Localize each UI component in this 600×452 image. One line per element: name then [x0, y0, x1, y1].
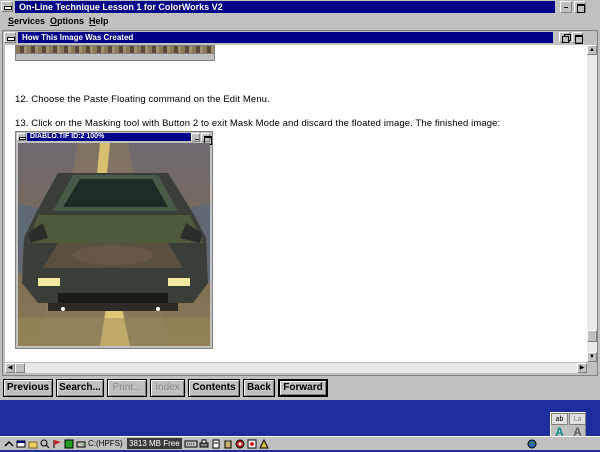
step-13-text: 13. Click on the Masking tool with Butto…	[15, 118, 501, 129]
horizontal-scroll-thumb[interactable]	[15, 363, 25, 373]
search-button[interactable]: Search...	[56, 379, 104, 397]
minimize-button[interactable]	[560, 1, 572, 13]
menu-bar: Services Options Help	[0, 14, 600, 28]
vertical-scroll-thumb[interactable]	[587, 330, 597, 342]
back-button[interactable]: Back	[243, 379, 275, 397]
shredder-icon[interactable]	[64, 439, 74, 449]
image-maximize-button[interactable]	[201, 133, 212, 145]
car-image	[18, 143, 210, 346]
drive-icon[interactable]	[76, 439, 86, 449]
forward-button[interactable]: Forward	[278, 379, 328, 397]
menu-services[interactable]: Services	[8, 15, 45, 27]
main-titlebar[interactable]: On-Line Technique Lesson 1 for ColorWork…	[0, 0, 600, 14]
paint-icon[interactable]	[247, 439, 257, 449]
image-window-title: DIABLO.TIF ID:2 100%	[27, 133, 199, 141]
contents-button[interactable]: Contents	[188, 379, 240, 397]
image-minimize-button[interactable]	[191, 133, 200, 142]
image-window: DIABLO.TIF ID:2 100%	[15, 131, 213, 349]
main-window-title: On-Line Technique Lesson 1 for ColorWork…	[15, 1, 555, 13]
taskbar: C:(HPFS) 3813 MB Free	[0, 436, 600, 450]
ime-la-button[interactable]: La	[569, 413, 586, 425]
multimedia-icon[interactable]	[235, 439, 245, 449]
drive-label: C:(HPFS)	[88, 439, 123, 448]
help-window-title: How This Image Was Created	[18, 32, 553, 43]
desktop	[0, 400, 600, 436]
image-system-menu-icon[interactable]	[17, 133, 26, 141]
clipboard-icon[interactable]	[223, 439, 233, 449]
menu-help[interactable]: Help	[89, 15, 109, 27]
globe-icon[interactable]	[527, 439, 537, 449]
printer-icon[interactable]	[199, 439, 209, 449]
help-vertical-scrollbar[interactable]: ▲ ▼	[587, 45, 597, 362]
flag-icon[interactable]	[52, 439, 62, 449]
contents-label: Contents	[192, 382, 236, 393]
main-window: On-Line Technique Lesson 1 for ColorWork…	[0, 0, 600, 400]
notebook-icon[interactable]	[211, 439, 221, 449]
previous-label: Previous	[6, 382, 50, 393]
keyboard-icon[interactable]	[184, 439, 198, 449]
help-button-bar: Previous Search... Print... Index Conten…	[0, 376, 600, 400]
forward-label: Forward	[283, 382, 323, 393]
print-button[interactable]: Print...	[107, 379, 147, 397]
index-label: Index	[155, 382, 180, 393]
index-button[interactable]: Index	[150, 379, 185, 397]
step-12-text: 12. Choose the Paste Floating command on…	[15, 94, 270, 105]
scroll-down-button[interactable]: ▼	[587, 352, 597, 362]
help-maximize-button[interactable]	[572, 32, 583, 44]
image-titlebar[interactable]: DIABLO.TIF ID:2 100%	[16, 132, 212, 145]
scroll-left-button[interactable]: ◀	[5, 363, 15, 373]
help-restore-button[interactable]	[559, 32, 570, 43]
free-space-label: 3813 MB Free	[127, 438, 182, 449]
help-topic-window: How This Image Was Created 12. Choose th…	[2, 30, 598, 376]
system-menu-icon[interactable]	[1, 1, 13, 12]
maximize-button[interactable]	[574, 1, 586, 13]
ime-ab-button[interactable]: ab	[551, 413, 568, 425]
scroll-up-button[interactable]: ▲	[587, 45, 597, 55]
folder-icon[interactable]	[28, 439, 38, 449]
arrow-icon[interactable]	[4, 439, 14, 449]
previous-button[interactable]: Previous	[3, 379, 53, 397]
scroll-right-button[interactable]: ▶	[577, 363, 587, 373]
tool-icon[interactable]	[259, 438, 269, 449]
menu-options[interactable]: Options	[50, 15, 84, 27]
print-label: Print...	[112, 382, 142, 393]
find-icon[interactable]	[40, 439, 50, 449]
help-system-menu-icon[interactable]	[4, 32, 16, 43]
previous-image-fragment	[15, 45, 215, 61]
help-titlebar[interactable]: How This Image Was Created	[3, 31, 597, 44]
back-label: Back	[247, 382, 271, 393]
window-list-icon[interactable]	[16, 439, 26, 449]
help-content-area: 12. Choose the Paste Floating command on…	[5, 45, 587, 362]
help-horizontal-scrollbar[interactable]: ◀ ▶	[5, 363, 587, 373]
search-label: Search...	[59, 382, 101, 393]
